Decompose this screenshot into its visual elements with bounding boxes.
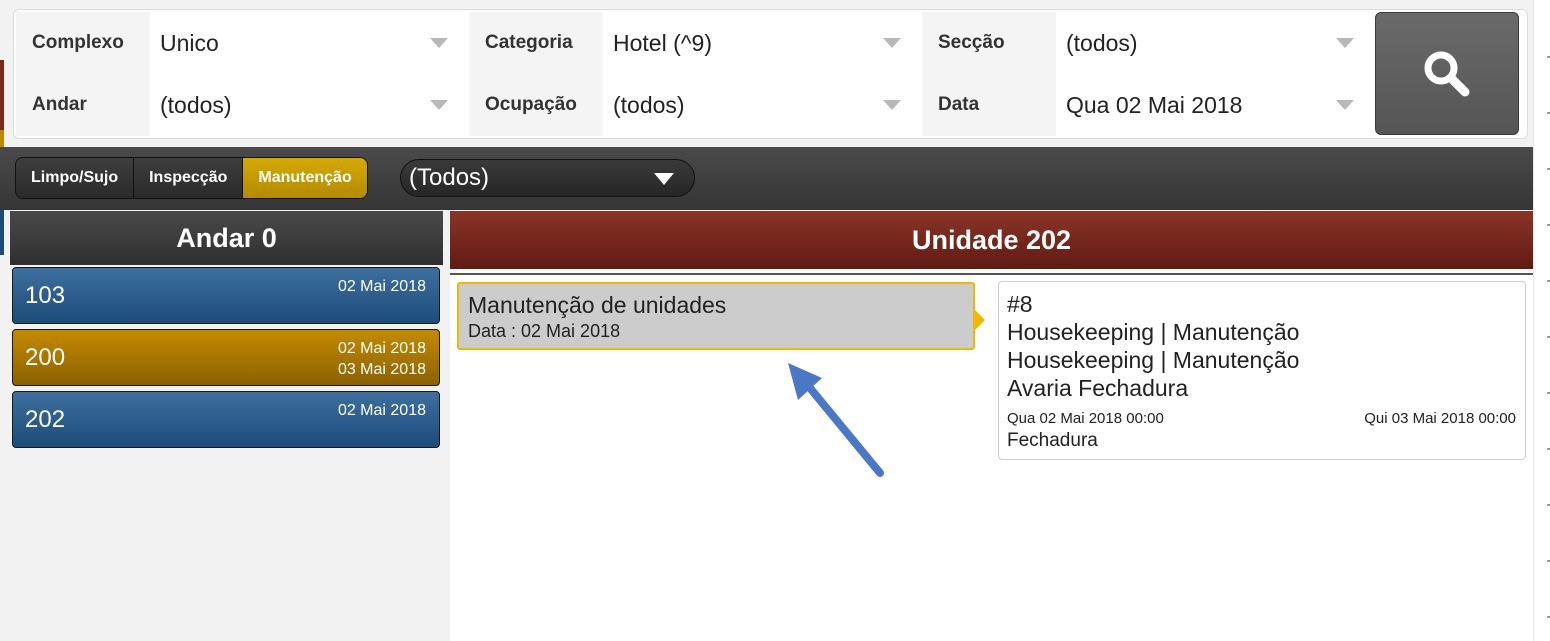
search-icon: [1424, 51, 1470, 96]
unit-dates: 02 Mai 2018: [338, 276, 426, 297]
scrollbar[interactable]: [1533, 0, 1550, 641]
app-root: Complexo Unico Andar (todos) Categoria H…: [0, 0, 1550, 641]
filter-group-categoria-ocupacao: Categoria Hotel (^9) Ocupação (todos): [469, 12, 915, 136]
task-end: Qui 03 Mai 2018 00:00: [1364, 410, 1516, 427]
maintenance-title: Manutenção de unidades: [468, 292, 727, 318]
annotation-arrow-icon: [788, 363, 884, 477]
unit-dates: 02 Mai 2018: [338, 400, 426, 421]
filter-label: Secção: [922, 12, 1056, 74]
filter-group-complexo-andar: Complexo Unico Andar (todos): [16, 12, 462, 136]
search-button[interactable]: [1375, 12, 1519, 135]
dropdown-value: (Todos): [409, 164, 490, 191]
filter-value: (todos): [1066, 29, 1138, 56]
caret-down-icon: [1336, 38, 1354, 48]
unit-date: 03 Mai 2018: [337, 361, 426, 378]
caret-down-icon: [430, 38, 448, 48]
data-select[interactable]: Qua 02 Mai 2018: [1056, 74, 1368, 136]
filter-label: Andar: [16, 74, 150, 136]
caret-down-icon: [1336, 100, 1354, 110]
unit-number: 202: [25, 406, 66, 433]
complexo-select[interactable]: Unico: [150, 12, 462, 74]
filter-data[interactable]: Data Qua 02 Mai 2018: [922, 74, 1368, 136]
edge-strip: [0, 60, 4, 130]
floor-column: Andar 0 103 02 Mai 2018 200 02 Mai 2018 …: [10, 211, 443, 641]
filter-ocupacao[interactable]: Ocupação (todos): [469, 74, 915, 136]
status-filter-dropdown[interactable]: (Todos): [400, 159, 695, 197]
tab-limpo-sujo[interactable]: Limpo/Sujo: [16, 158, 135, 198]
filter-value: Qua 02 Mai 2018: [1066, 91, 1243, 118]
filter-label: Categoria: [469, 12, 603, 74]
filter-panel: Complexo Unico Andar (todos) Categoria H…: [13, 9, 1528, 139]
unit-dates: 02 Mai 2018 03 Mai 2018: [338, 338, 426, 380]
filter-value: Hotel (^9): [613, 29, 712, 56]
caret-down-icon: [883, 38, 901, 48]
filter-group-seccao-data: Secção (todos) Data Qua 02 Mai 2018: [922, 12, 1368, 136]
caret-down-icon: [430, 100, 448, 110]
filter-categoria[interactable]: Categoria Hotel (^9): [469, 12, 915, 74]
mode-segmented-control: Limpo/Sujo Inspecção Manutenção: [15, 157, 368, 199]
task-dates: Qua 02 Mai 2018 00:00 Qui 03 Mai 2018 00…: [1007, 410, 1516, 427]
task-line: Avaria Fechadura: [1007, 375, 1189, 401]
caret-down-icon: [883, 100, 901, 110]
filter-value: Unico: [160, 29, 219, 56]
pointer-icon: [975, 310, 985, 330]
task-line: Housekeeping | Manutenção: [1007, 347, 1300, 373]
unit-card-200[interactable]: 200 02 Mai 2018 03 Mai 2018: [12, 329, 440, 386]
unit-date: 02 Mai 2018: [337, 278, 426, 295]
filter-value: (todos): [613, 91, 685, 118]
caret-down-icon: [654, 173, 674, 185]
task-start: Qua 02 Mai 2018 00:00: [1007, 410, 1164, 427]
toolbar: Limpo/Sujo Inspecção Manutenção (Todos): [0, 147, 1533, 210]
unit-date: 02 Mai 2018: [337, 402, 426, 419]
tab-manutencao[interactable]: Manutenção: [243, 158, 367, 198]
unit-number: 200: [25, 344, 66, 371]
task-line: Housekeeping | Manutenção: [1007, 319, 1300, 345]
tab-inspeccao[interactable]: Inspecção: [134, 158, 244, 198]
unit-header: Unidade 202: [450, 211, 1533, 272]
filter-complexo[interactable]: Complexo Unico: [16, 12, 462, 74]
filter-label: Data: [922, 74, 1056, 136]
filter-label: Complexo: [16, 12, 150, 74]
filter-label: Ocupação: [469, 74, 603, 136]
maintenance-item[interactable]: Manutenção de unidades Data : 02 Mai 201…: [457, 282, 985, 350]
floor-header: Andar 0: [10, 211, 443, 265]
task-detail-card: #8 Housekeeping | Manutenção Housekeepin…: [998, 281, 1526, 460]
andar-select[interactable]: (todos): [150, 74, 462, 136]
unit-number: 103: [25, 282, 66, 309]
maintenance-date: Data : 02 Mai 2018: [468, 321, 621, 341]
categoria-select[interactable]: Hotel (^9): [603, 12, 915, 74]
ocupacao-select[interactable]: (todos): [603, 74, 915, 136]
unit-date: 02 Mai 2018: [337, 340, 426, 357]
unit-card-202[interactable]: 202 02 Mai 2018: [12, 391, 440, 448]
filter-value: (todos): [160, 91, 232, 118]
filter-andar[interactable]: Andar (todos): [16, 74, 462, 136]
task-id: #8: [1007, 291, 1033, 317]
unit-detail-panel: Unidade 202 Manutenção de unidades Data …: [450, 211, 1533, 641]
seccao-select[interactable]: (todos): [1056, 12, 1368, 74]
divider: [450, 273, 1533, 275]
unit-card-103[interactable]: 103 02 Mai 2018: [12, 267, 440, 324]
filter-seccao[interactable]: Secção (todos): [922, 12, 1368, 74]
task-footer: Fechadura: [1007, 430, 1098, 451]
